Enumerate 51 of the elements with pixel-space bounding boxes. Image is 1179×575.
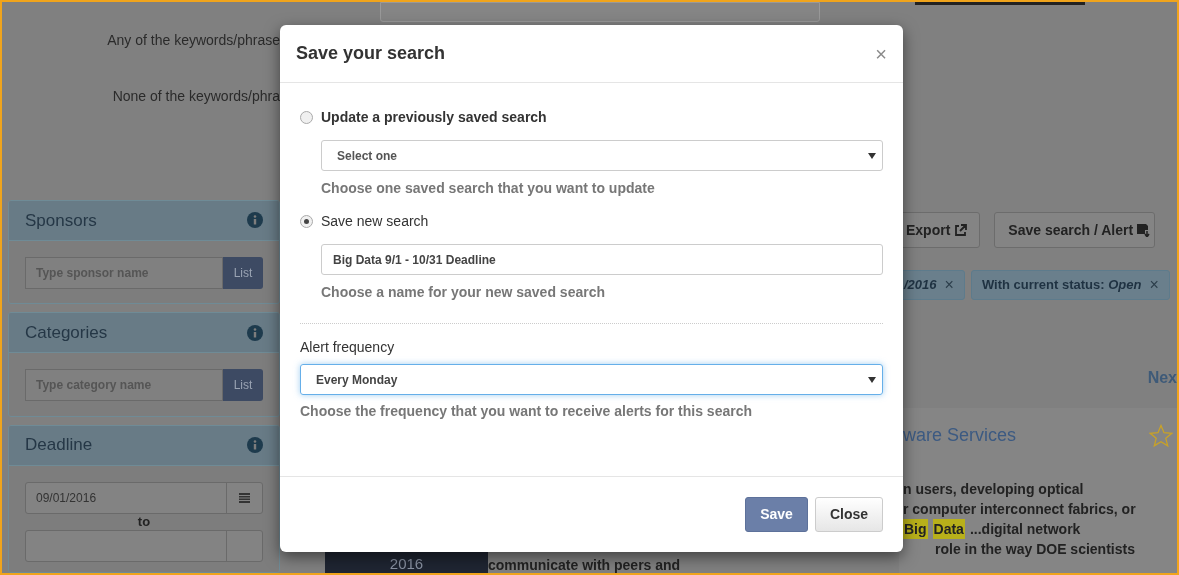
help-text: Choose one saved search that you want to update	[321, 179, 656, 198]
caret-icon	[868, 152, 876, 159]
save-icon	[1137, 223, 1151, 237]
radio-button[interactable]	[300, 215, 313, 228]
keyword-label: Any of the keywords/phrase	[107, 31, 280, 50]
keyword-label: None of the keywords/phra	[112, 87, 280, 106]
help-text: Choose a name for your new saved search	[321, 283, 606, 302]
date-year: 2016	[389, 555, 424, 573]
save-search-button[interactable]: Save search / Alert	[994, 212, 1156, 248]
to-label: to	[136, 513, 152, 530]
result-text: Data	[932, 519, 965, 539]
search-name-field[interactable]: Big Data 9/1 - 10/31 Deadline	[321, 244, 883, 275]
save-button[interactable]: Save	[745, 497, 808, 532]
panel-title: Categories	[25, 322, 108, 345]
list-button[interactable]: List	[223, 256, 263, 289]
remove-tag-button[interactable]: ×	[944, 273, 954, 297]
keyword-field[interactable]	[380, 2, 820, 22]
remove-tag-button[interactable]: ×	[1149, 273, 1159, 297]
caret-icon	[868, 376, 876, 383]
date-field[interactable]: 09/01/2016	[25, 481, 263, 514]
info-icon	[247, 324, 263, 341]
result-text: ...digital network	[969, 520, 1081, 539]
panel-title: Sponsors	[25, 209, 97, 232]
result-title[interactable]: ware Services	[903, 422, 1017, 449]
tag-text: With current status: Open	[981, 276, 1142, 295]
option-label[interactable]: Update a previously saved search	[321, 107, 547, 128]
date-field[interactable]	[25, 529, 263, 562]
info-icon	[247, 437, 263, 454]
close-button[interactable]: ×	[875, 43, 887, 64]
alert-frequency-label: Alert frequency	[300, 338, 396, 357]
result-text: communicate with peers and	[488, 557, 681, 573]
help-text: Choose the frequency that you want to receive alerts for this search	[300, 402, 753, 421]
list-button[interactable]: List	[223, 369, 263, 402]
radio-button[interactable]	[300, 111, 313, 124]
result-text: role in the way DOE scientists	[935, 540, 1135, 559]
info-icon	[247, 212, 263, 229]
star-icon[interactable]	[1149, 423, 1173, 448]
tag-text: /2016	[904, 276, 937, 295]
saved-search-select[interactable]: Select one	[321, 140, 883, 171]
option-label[interactable]: Save new search	[321, 211, 429, 232]
panel-title: Deadline	[25, 434, 93, 457]
close-dialog-button[interactable]: Close	[814, 497, 883, 532]
result-text: r computer interconnect fabrics, or	[903, 500, 1136, 519]
alert-frequency-select[interactable]: Every Monday	[300, 364, 883, 395]
calendar-icon	[239, 492, 250, 503]
result-text: n users, developing optical	[903, 480, 1084, 499]
next-link[interactable]: Nex	[1147, 366, 1177, 390]
share-icon	[954, 223, 968, 237]
dialog-title: Save your search	[296, 42, 446, 65]
result-text: Big	[903, 519, 928, 539]
date-value: 09/01/2016	[35, 489, 98, 507]
